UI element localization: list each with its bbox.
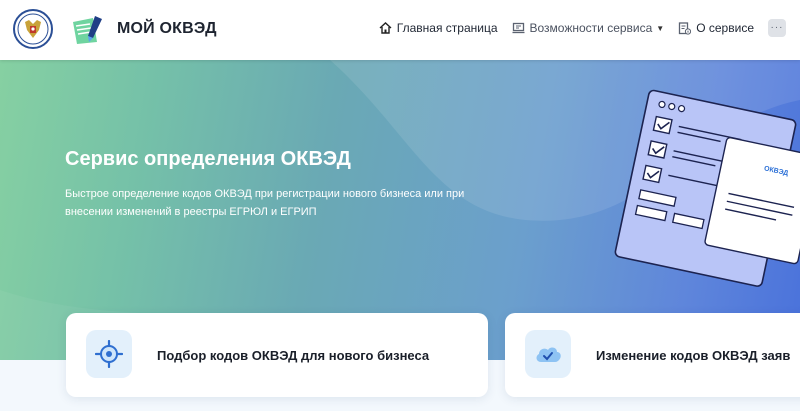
card-change-codes-title: Изменение кодов ОКВЭД заяв <box>596 348 791 363</box>
card-new-business-title: Подбор кодов ОКВЭД для нового бизнеса <box>157 348 430 363</box>
nav-features-label: Возможности сервиса <box>529 21 653 35</box>
nav-home-label: Главная страница <box>396 21 498 35</box>
card-change-codes[interactable]: Изменение кодов ОКВЭД заяв <box>505 313 800 397</box>
forms-illustration: ОКВЭД <box>614 89 800 287</box>
fns-emblem-icon[interactable] <box>13 8 53 51</box>
home-icon <box>379 22 392 34</box>
okved-logo-icon[interactable] <box>71 14 107 46</box>
nav-features[interactable]: Возможности сервиса ▼ <box>512 21 665 35</box>
target-icon <box>95 340 123 368</box>
card-icon-box <box>525 330 571 378</box>
hero-title: Сервис определения ОКВЭД <box>65 148 351 170</box>
brand-name[interactable]: МОЙ ОКВЭД <box>117 20 217 38</box>
document-info-icon <box>679 21 692 35</box>
cloud-check-icon <box>536 347 561 362</box>
hero-subtitle: Быстрое определение кодов ОКВЭД при реги… <box>65 188 465 218</box>
main-nav: Главная страница Возможности сервиса ▼ О… <box>365 19 786 37</box>
card-icon-box <box>86 330 132 378</box>
top-header: МОЙ ОКВЭД Главная страница Возможности с… <box>0 0 800 60</box>
chevron-down-icon: ▼ <box>656 23 665 33</box>
nav-home[interactable]: Главная страница <box>379 21 498 35</box>
more-menu-button[interactable]: ··· <box>768 19 786 37</box>
nav-about[interactable]: О сервисе <box>678 21 754 35</box>
nav-about-label: О сервисе <box>696 21 754 35</box>
more-dots-icon: ··· <box>770 22 784 33</box>
card-new-business[interactable]: Подбор кодов ОКВЭД для нового бизнеса <box>66 313 488 397</box>
monitor-icon <box>512 22 524 34</box>
